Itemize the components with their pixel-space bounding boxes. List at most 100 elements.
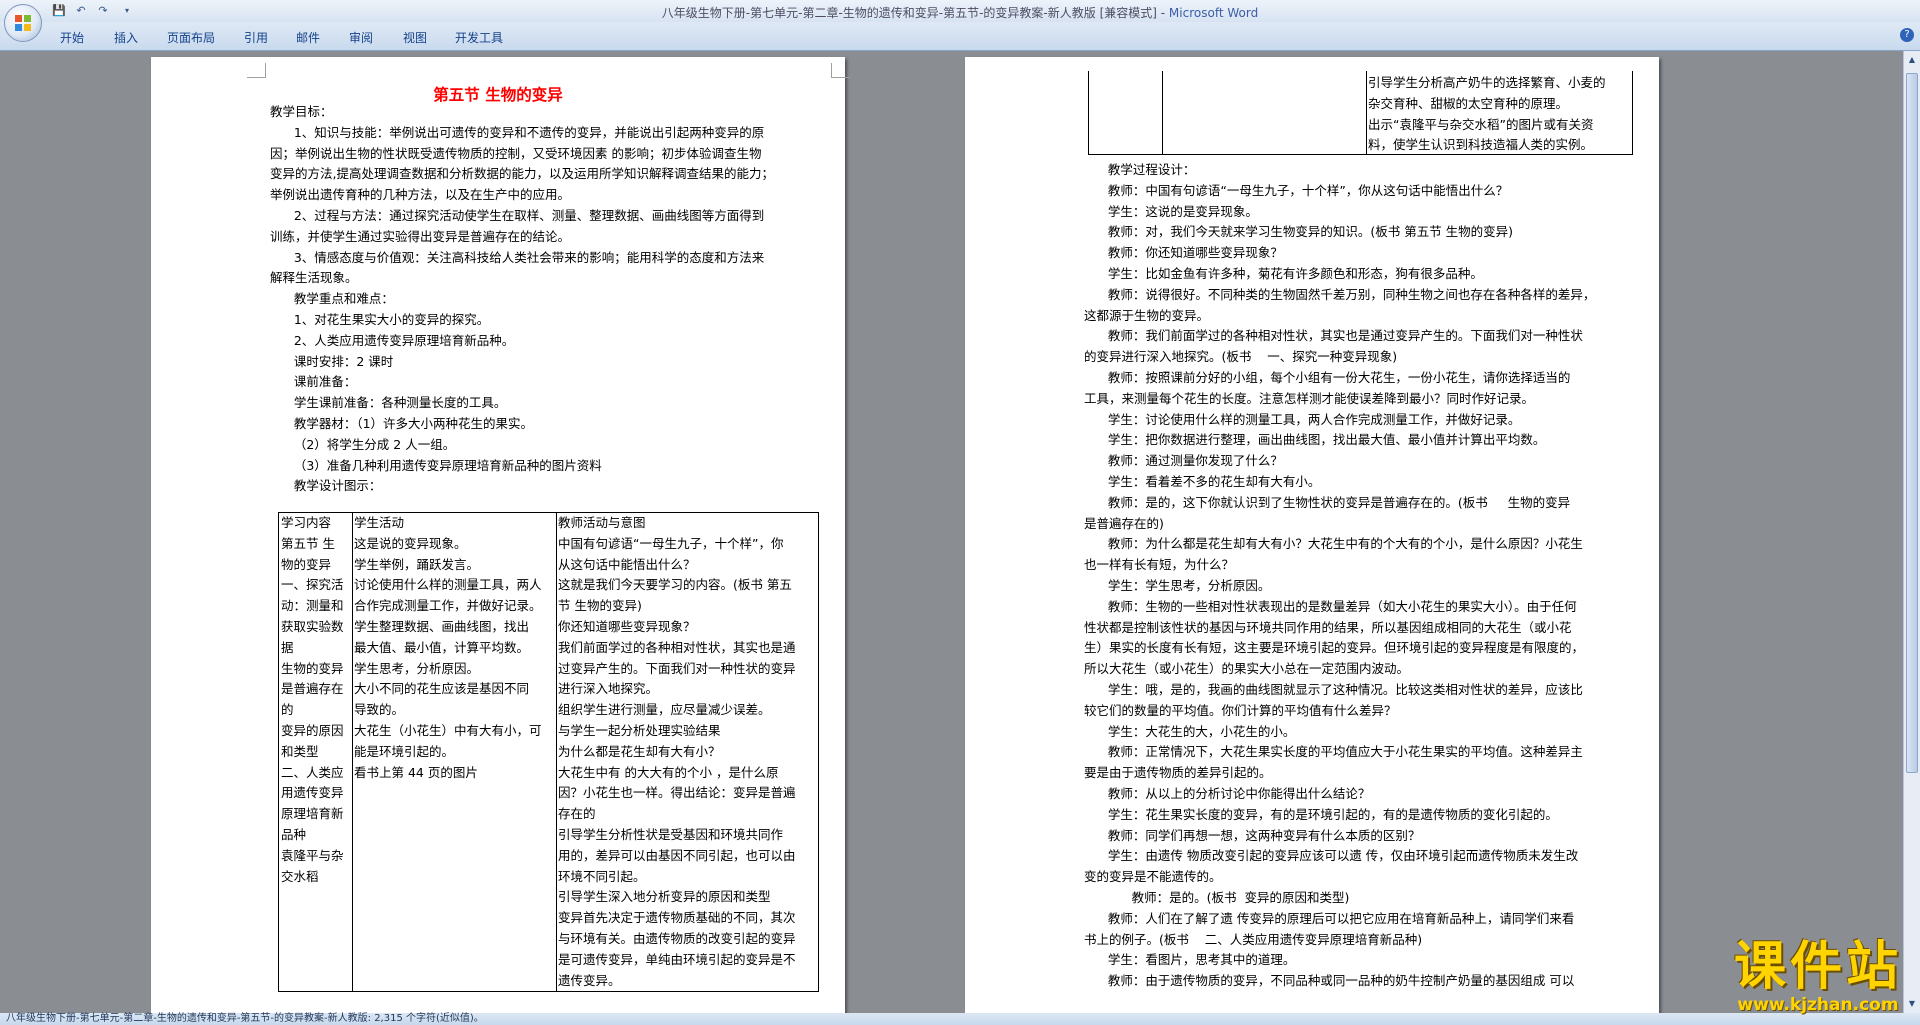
table-cell-line: 节 生物的变异) — [558, 598, 642, 614]
office-button[interactable] — [4, 4, 42, 42]
text-line: 学生：由遗传 物质改变引起的变异应该可以遗 传，仅由环境引起而遗传物质未发生改 — [1084, 848, 1579, 864]
table-column-content: 学习内容 第五节 生物的变异 一、探究活 动：测量和 获取实验数据生物的变异 是普遍存在的… — [281, 513, 344, 887]
site-watermark: 课件站 www.kjzhan.com — [1734, 939, 1902, 1015]
table-divider — [352, 513, 353, 991]
tab-mailings[interactable]: 邮件 — [296, 29, 320, 46]
text-line: 教师：正常情况下，大花生果实长度的平均值应大于小花生果实的平均值。这种差异主 — [1084, 744, 1583, 760]
text-line: 学生：比如金鱼有许多种，菊花有许多颜色和形态，狗有很多品种。 — [1084, 266, 1483, 281]
text-line: 教师：你还知道哪些变异现象？ — [1084, 245, 1283, 261]
window-title: 八年级生物下册-第七单元-第二章-生物的遗传和变异-第五节-的变异教案-新人教版… — [661, 6, 1259, 20]
scroll-thumb[interactable] — [1906, 73, 1918, 773]
text-line: 教师：由于遗传物质的变异，不同品种或同一品种的奶牛控制产奶量的基因组成 可以 — [1084, 973, 1575, 989]
save-icon[interactable]: 💾 — [52, 4, 66, 18]
undo-icon[interactable]: ↶ — [74, 4, 88, 18]
document-workspace: 第五节 生物的变异 教学目标： 1、知识与技能：举例说出可遗传的变异和不遗传的变… — [0, 51, 1903, 1013]
table-cell-line: 引导学生深入地分析变异的原因和类型 — [558, 889, 771, 905]
table-cell-line: 二、人类应 — [281, 764, 344, 780]
text-line: 变的变异是不能遗传的。 — [1084, 869, 1222, 885]
table-cell-line: 的 — [281, 702, 294, 718]
table-cell-line: 大花生中有 的大大有的个小 ，是什么原 — [558, 764, 779, 780]
text-line: 教师：是的，这下你就认识到了生物性状的变异是普遍存在的。(板书 生物的变异 — [1084, 494, 1571, 510]
table-cell-line: 中国有句谚语“一母生九子，十个样”，你 — [558, 535, 784, 551]
text-line: 课前准备： — [270, 374, 357, 390]
table-cell-line: 用遗传变异 — [281, 785, 344, 801]
table-cell-line: 出示“袁隆平与杂交水稻”的图片或有关资 — [1368, 116, 1594, 132]
table-cell-line: 学习内容 — [281, 515, 332, 530]
vertical-scrollbar[interactable]: ▲ ▼ — [1903, 51, 1920, 1013]
crop-mark — [247, 63, 266, 78]
status-text: 八年级生物下册-第七单元-第二章-生物的遗传和变异-第五节-的变异教案-新人教版… — [6, 1013, 484, 1024]
table-cell-line: 大小不同的花生应该是基因不同 — [354, 681, 530, 697]
lesson-design-table: 学习内容 第五节 生物的变异 一、探究活 动：测量和 获取实验数据生物的变异 是普遍存在的… — [278, 512, 819, 992]
scroll-up-icon[interactable]: ▲ — [1904, 53, 1920, 67]
tab-developer[interactable]: 开发工具 — [455, 29, 503, 46]
table-cell-line: 变异首先决定于遗传物质基础的不同，其次 — [558, 910, 796, 926]
table-cell-line: 组织学生进行测量，应尽量减少误差。 — [558, 702, 771, 718]
watermark-url: www.kjzhan.com — [1737, 995, 1899, 1015]
text-line: 学生课前准备：各种测量长度的工具。 — [270, 395, 507, 411]
text-line: （2）将学生分成 2 人一组。 — [270, 436, 456, 452]
ribbon-tabs: 开始 插入 页面布局 引用 邮件 审阅 视图 开发工具 ? — [0, 22, 1920, 51]
text-line: 教师：生物的一些相对性状表现出的是数量差异（如大小花生的果实大小）。由于任何 — [1084, 598, 1577, 614]
text-line: 因；举例说出生物的性状既受遗传物质的控制，又受环境因素 的影响；初步体验调查生物 — [270, 145, 762, 161]
table-cell-line: 大花生（小花生）中有大有小，可 — [354, 722, 542, 738]
text-line: 教师：对，我们今天就来学习生物变异的知识。(板书 第五节 生物的变异) — [1084, 224, 1514, 240]
text-line: 要是由于遗传物质的差异引起的。 — [1084, 765, 1272, 781]
table-cell-line: 进行深入地探究。 — [558, 681, 659, 697]
text-line: 所以大花生（或小花生）的果实大小总在一定范围内波动。 — [1084, 661, 1410, 677]
page-right: 引导学生分析高产奶牛的选择繁育、小麦的 杂交育种、甜椒的太空育种的原理。 出示“袁隆… — [965, 57, 1659, 1013]
table-cell-line: 与环境有关。由遗传物质的改变引起的变异 — [558, 930, 796, 946]
text-line: （3）准备几种利用遗传变异原理培育新品种的图片资料 — [270, 457, 602, 473]
table-cell-line: 品种 — [281, 826, 307, 842]
table-column-teacher: 教师活动与意图 中国有句谚语“一母生九子，十个样”，你 从这句话中能悟出什么？ 这就是… — [558, 513, 796, 991]
text-line: 学生：把你数据进行整理，画出曲线图，找出最大值、最小值并计算出平均数。 — [1084, 432, 1546, 448]
watermark-logo-text: 课件站 — [1733, 937, 1902, 997]
table-cell-line: 存在的 — [558, 806, 596, 822]
text-line: 训练，并使学生通过实验得出变异是普遍存在的结论。 — [270, 228, 571, 244]
tab-page-layout[interactable]: 页面布局 — [167, 29, 215, 46]
table-cell-line: 教师活动与意图 — [558, 515, 646, 530]
text-line: 这都源于生物的变异。 — [1084, 307, 1210, 323]
table-column-teacher: 引导学生分析高产奶牛的选择繁育、小麦的 杂交育种、甜椒的太空育种的原理。 出示“袁隆… — [1368, 73, 1606, 156]
table-cell-line: 引导学生分析性状是受基因和环境共同作 — [558, 826, 784, 842]
tab-review[interactable]: 审阅 — [349, 29, 373, 46]
text-line: 学生：讨论使用什么样的测量工具，两人合作完成测量工作，并做好记录。 — [1084, 411, 1521, 427]
text-line: 教师：中国有句谚语“一母生九子，十个样”，你从这句话中能悟出什么？ — [1084, 182, 1509, 198]
help-icon[interactable]: ? — [1900, 28, 1914, 42]
table-cell-line: 学生活动 — [354, 515, 405, 530]
text-line: 2、过程与方法：通过探究活动使学生在取样、测量、整理数据、画曲线图等方面得到 — [270, 208, 765, 223]
customize-qat-icon[interactable]: ▾ — [120, 4, 134, 18]
scroll-down-icon[interactable]: ▼ — [1904, 997, 1920, 1011]
text-line: 1、对花生果实大小的变异的探究。 — [270, 312, 490, 327]
text-line: 教师：通过测量你发现了什么？ — [1084, 453, 1283, 469]
tab-view[interactable]: 视图 — [403, 29, 427, 46]
table-cell-line: 学生思考，分析原因。 — [354, 660, 480, 676]
table-cell-line: 是普遍存在 — [281, 681, 344, 697]
text-line: 教学设计图示： — [270, 478, 382, 494]
table-cell-line: 第五节 生 — [281, 535, 335, 551]
text-line: 性状都是控制该性状的基因与环境共同作用的结果，所以基因组成相同的大花生（或小花 — [1084, 619, 1572, 635]
table-cell-line: 一、探究活 — [281, 577, 344, 593]
tab-insert[interactable]: 插入 — [114, 29, 138, 46]
text-line: 教师：从以上的分析讨论中你能得出什么结论？ — [1084, 786, 1371, 801]
redo-icon[interactable]: ↷ — [96, 4, 110, 18]
text-line: 举例说出遗传育种的几种方法，以及在生产中的应用。 — [270, 187, 571, 203]
tab-home[interactable]: 开始 — [60, 29, 84, 46]
table-cell-line: 导致的。 — [354, 702, 405, 718]
tab-references[interactable]: 引用 — [244, 29, 268, 46]
table-cell-line: 引导学生分析高产奶牛的选择繁育、小麦的 — [1368, 75, 1606, 90]
crop-mark — [831, 63, 850, 78]
table-cell-line: 因？小花生也一样。得出结论：变异是普遍 — [558, 785, 796, 801]
table-cell-line: 据 — [281, 639, 294, 655]
text-line: 教学器材：（1）许多大小两种花生的果实。 — [270, 416, 534, 431]
text-line: 变异的方法,提高处理调查数据和分析数据的能力，以及运用所学知识解释调查结果的能力… — [270, 166, 774, 182]
document-title: 八年级生物下册-第七单元-第二章-生物的遗传和变异-第五节-的变异教案-新人教版… — [661, 6, 1157, 20]
table-cell-line: 用的，差异可以由基因不同引起，也可以由 — [558, 847, 796, 863]
table-cell-line: 讨论使用什么样的测量工具，两人 — [354, 577, 542, 593]
status-bar: 八年级生物下册-第七单元-第二章-生物的遗传和变异-第五节-的变异教案-新人教版… — [0, 1013, 1920, 1025]
text-line: 教师：是的。(板书 变异的原因和类型) — [1084, 890, 1350, 905]
text-line: 学生：大花生的大，小花生的小。 — [1084, 723, 1296, 739]
table-cell-line: 原理培育新 — [281, 806, 344, 822]
table-cell-line: 与学生一起分析处理实验结果 — [558, 722, 721, 738]
text-line: 学生：哦，是的，我画的曲线图就显示了这种情况。比较这类相对性状的差异，应该比 — [1084, 682, 1583, 697]
